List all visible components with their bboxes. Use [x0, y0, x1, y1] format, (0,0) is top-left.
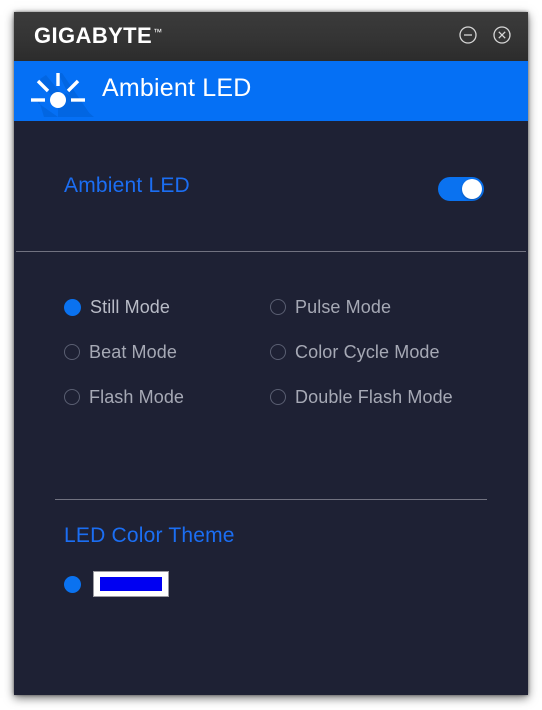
radio-icon-still[interactable] [64, 298, 81, 316]
radio-icon-beat[interactable] [64, 344, 80, 360]
close-icon[interactable] [492, 25, 512, 45]
mode-option-pulse[interactable]: Pulse Mode [270, 296, 453, 318]
mode-label-color-cycle: Color Cycle Mode [295, 341, 440, 362]
window-body: Ambient LED Still Mode Beat Mode Flash M… [14, 121, 528, 695]
ambient-led-toggle[interactable] [438, 177, 484, 201]
radio-icon-flash[interactable] [64, 389, 80, 405]
led-color-theme-row [64, 571, 169, 597]
app-root: GIGABYTE™ Ambient LED Ambient LED Still … [0, 0, 542, 710]
app-header: Ambient LED [14, 61, 528, 121]
app-title: Ambient LED [102, 74, 252, 102]
radio-icon-color-theme[interactable] [64, 575, 81, 593]
radio-icon-pulse[interactable] [270, 299, 286, 315]
title-bar[interactable]: GIGABYTE™ [14, 12, 528, 61]
trademark-symbol: ™ [153, 26, 163, 37]
radio-icon-double-flash[interactable] [270, 389, 286, 405]
ambient-led-row: Ambient LED [14, 168, 528, 218]
gigabyte-logo: GIGABYTE™ [34, 23, 162, 49]
toggle-knob [462, 179, 482, 199]
brand-text: GIGABYTE [34, 23, 153, 48]
mode-option-still[interactable]: Still Mode [64, 296, 184, 318]
window-controls [458, 25, 512, 45]
divider-top [16, 251, 526, 252]
divider-bottom [55, 499, 487, 500]
color-swatch-fill [100, 577, 162, 591]
mode-option-color-cycle[interactable]: Color Cycle Mode [270, 341, 453, 363]
led-color-theme-title: LED Color Theme [64, 524, 235, 547]
mode-label-double-flash: Double Flash Mode [295, 386, 453, 407]
ambient-led-label: Ambient LED [64, 174, 190, 197]
radio-icon-color-cycle[interactable] [270, 344, 286, 360]
minimize-icon[interactable] [458, 25, 478, 45]
mode-option-double-flash[interactable]: Double Flash Mode [270, 386, 453, 408]
mode-label-beat: Beat Mode [89, 341, 177, 362]
color-swatch-button[interactable] [93, 571, 169, 597]
ambient-led-sun-icon [22, 65, 94, 117]
mode-column-right: Pulse Mode Color Cycle Mode Double Flash… [270, 296, 453, 431]
mode-column-left: Still Mode Beat Mode Flash Mode [64, 296, 184, 431]
mode-label-pulse: Pulse Mode [295, 296, 392, 317]
gigabyte-ambient-led-window: GIGABYTE™ Ambient LED Ambient LED Still … [14, 12, 528, 695]
mode-label-still: Still Mode [90, 296, 171, 317]
mode-option-flash[interactable]: Flash Mode [64, 386, 184, 408]
mode-option-beat[interactable]: Beat Mode [64, 341, 184, 363]
mode-label-flash: Flash Mode [89, 386, 185, 407]
